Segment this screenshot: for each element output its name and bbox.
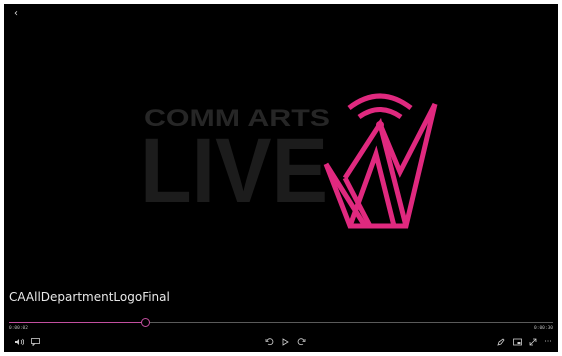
logo-live-text: LIVE <box>140 120 328 222</box>
mini-view-icon[interactable] <box>510 336 524 348</box>
video-frame[interactable]: LIVE COMM ARTS <box>4 22 558 292</box>
seek-bar-thumb[interactable] <box>141 318 150 327</box>
back-arrow-icon[interactable]: ‹ <box>8 6 24 22</box>
time-elapsed: 0:00:02 <box>9 326 28 331</box>
signal-dot-icon <box>376 121 384 129</box>
more-options-icon[interactable]: ··· <box>541 336 555 348</box>
logo-comm-arts-text: COMM ARTS <box>144 105 330 132</box>
time-total: 0:00:30 <box>534 326 553 331</box>
media-player-window: ‹ LIVE COMM ARTS CAAllDepartmentLogoFina… <box>4 4 558 352</box>
skip-back-icon[interactable] <box>262 336 276 348</box>
video-content: LIVE COMM ARTS <box>140 93 438 229</box>
crown-logo-icon <box>323 93 438 229</box>
captions-icon[interactable] <box>28 336 42 348</box>
fullscreen-icon[interactable] <box>526 336 540 348</box>
skip-forward-icon[interactable] <box>294 336 308 348</box>
volume-icon[interactable] <box>12 336 26 348</box>
edit-pencil-icon[interactable] <box>494 336 508 348</box>
seek-bar-progress <box>9 322 145 323</box>
video-title: CAAllDepartmentLogoFinal <box>9 290 170 304</box>
seek-bar[interactable] <box>9 318 553 327</box>
play-icon[interactable] <box>278 336 292 348</box>
